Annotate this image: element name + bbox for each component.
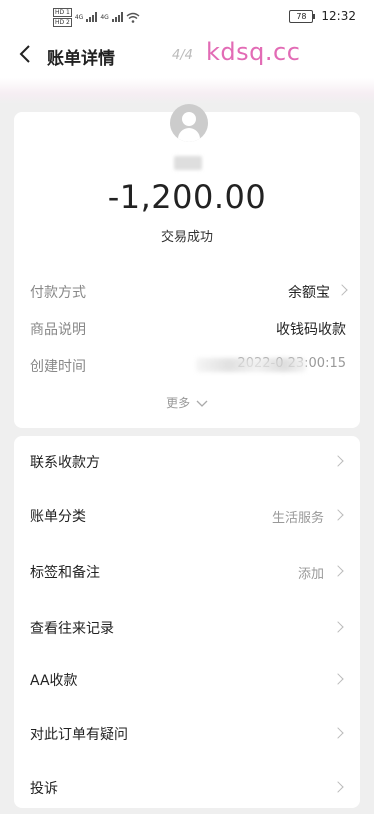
transaction-amount: -1,200.00 [107,178,267,216]
status-bar: HD 1 HD 2 4G 4G 78 12:32 [0,0,374,34]
tags-notes-item[interactable]: 标签和备注 添加 [14,546,360,598]
chevron-right-icon [332,781,344,793]
header-fade [0,78,374,104]
item-label: 标签和备注 [30,565,100,581]
more-label: 更多 [166,396,191,410]
battery-icon: 78 [289,9,316,23]
complaint-item[interactable]: 投诉 [14,762,360,814]
product-desc-row: 商品说明 收钱码收款 [30,319,346,343]
chevron-down-icon [196,400,208,407]
signal-indicators: HD 1 HD 2 4G 4G [53,7,140,27]
bill-category-item[interactable]: 账单分类 生活服务 [14,490,360,542]
chevron-right-icon [332,673,344,685]
item-value: 生活服务 [271,511,324,526]
network1-label: 4G [74,13,84,21]
page-title: 账单详情 [47,49,115,69]
actions-card: 联系收款方 账单分类 生活服务 标签和备注 添加 查看往来记录 AA收款 对此订… [14,436,360,808]
item-label: 联系收款方 [30,455,100,471]
clock: 12:32 [321,9,356,23]
bill-summary-card: -1,200.00 交易成功 付款方式 余额宝 商品说明 收钱码收款 创建时间 … [14,104,360,428]
item-label: 投诉 [30,781,58,797]
status-right: 78 12:32 [289,9,356,23]
sim1-icon: HD 1 [53,7,72,17]
order-question-item[interactable]: 对此订单有疑问 [14,708,360,760]
nav-header: 账单详情 4/4 [0,34,374,78]
created-time-row: 创建时间 2022-0 23:00:15 [30,356,346,380]
signal-bars-icon-2 [111,12,123,22]
page-indicator: 4/4 [172,48,193,63]
aa-collect-item[interactable]: AA收款 [14,654,360,706]
chevron-right-icon [336,284,348,296]
chevron-right-icon [332,621,344,633]
created-time-key: 创建时间 [30,359,86,375]
more-toggle[interactable]: 更多 [14,394,360,411]
payment-method-key: 付款方式 [30,285,86,301]
contact-payee-item[interactable]: 联系收款方 [14,436,360,488]
item-label: AA收款 [30,673,78,689]
sim-icons: HD 1 HD 2 [53,7,72,27]
item-label: 查看往来记录 [30,621,114,637]
history-records-item[interactable]: 查看往来记录 [14,602,360,654]
payee-name-redacted [174,156,202,170]
product-desc-key: 商品说明 [30,322,86,338]
watermark-text: kdsq.cc [206,38,301,66]
time-redaction [196,358,306,372]
item-value: 添加 [297,567,324,582]
payment-method-value: 余额宝 [288,285,330,301]
network2-label: 4G [100,13,109,21]
payment-method-row[interactable]: 付款方式 余额宝 [30,282,348,306]
chevron-right-icon [332,455,344,467]
transaction-status: 交易成功 [160,230,213,245]
wifi-icon [126,12,140,23]
item-label: 账单分类 [30,509,86,525]
chevron-right-icon [332,727,344,739]
sim2-icon: HD 2 [53,17,72,27]
back-arrow-icon[interactable] [14,42,38,66]
avatar [170,104,208,142]
item-label: 对此订单有疑问 [30,727,128,743]
signal-bars-icon [86,12,98,22]
product-desc-value: 收钱码收款 [276,322,346,338]
chevron-right-icon [332,565,344,577]
chevron-right-icon [332,509,344,521]
